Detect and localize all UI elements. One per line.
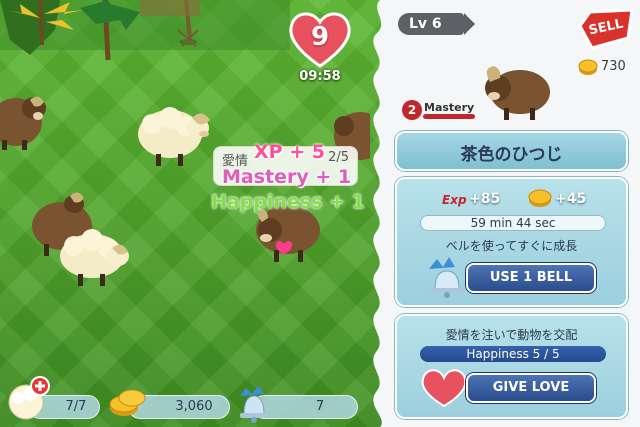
mastery-progress-bar xyxy=(423,114,475,119)
mastery-label: Mastery xyxy=(424,101,475,114)
white-sheep-top[interactable] xyxy=(134,100,216,168)
love-message: 愛情を注いで動物を交配 xyxy=(445,328,578,342)
tooltip-value: 2/5 xyxy=(328,150,349,165)
mastery-level: 2 xyxy=(402,100,422,120)
level-badge: Lv 6 xyxy=(398,13,475,35)
bell-icon xyxy=(240,386,268,423)
coin-reward-icon xyxy=(528,189,552,207)
happiness-bar: Happiness 5 / 5 xyxy=(420,346,606,362)
animal-name-bar: 茶色のひつじ xyxy=(395,131,628,171)
time-remaining: 59 min 44 sec xyxy=(420,215,606,231)
brown-sheep-left[interactable] xyxy=(0,84,50,152)
brown-sheep-portrait xyxy=(485,66,550,120)
bell-total: 7 xyxy=(315,399,325,414)
happiness-gain-text: Happiness + 1 xyxy=(211,191,365,213)
heart-count: 9 xyxy=(310,22,330,52)
sell-coin-value: 730 xyxy=(601,59,626,74)
use-bell-button[interactable]: USE 1 BELL xyxy=(466,263,596,293)
xp-gain-text: XP + 5 xyxy=(254,141,325,163)
give-love-button[interactable]: GIVE LOVE xyxy=(466,373,596,403)
bell-message: ベルを使ってすぐに成長 xyxy=(445,239,578,253)
love-heart-icon xyxy=(421,369,467,408)
coin-icon xyxy=(578,59,598,75)
add-sheep-icon[interactable] xyxy=(4,376,50,422)
exp-icon: Exp xyxy=(442,193,467,207)
bell-button-icon xyxy=(429,257,463,298)
exp-reward: +85 xyxy=(469,191,501,207)
coin-total: 3,060 xyxy=(175,399,213,414)
coin-stack-icon xyxy=(109,389,146,416)
coin-reward: +45 xyxy=(555,191,587,207)
mastery-gain-text: Mastery + 1 xyxy=(222,166,352,188)
heart-timer[interactable]: 9 09:58 xyxy=(286,8,354,84)
white-sheep-bottom[interactable] xyxy=(56,226,134,288)
heart-timer-text: 09:58 xyxy=(299,69,341,84)
animal-count: 7/7 xyxy=(65,399,87,414)
animal-name: 茶色のひつじ xyxy=(460,145,563,165)
